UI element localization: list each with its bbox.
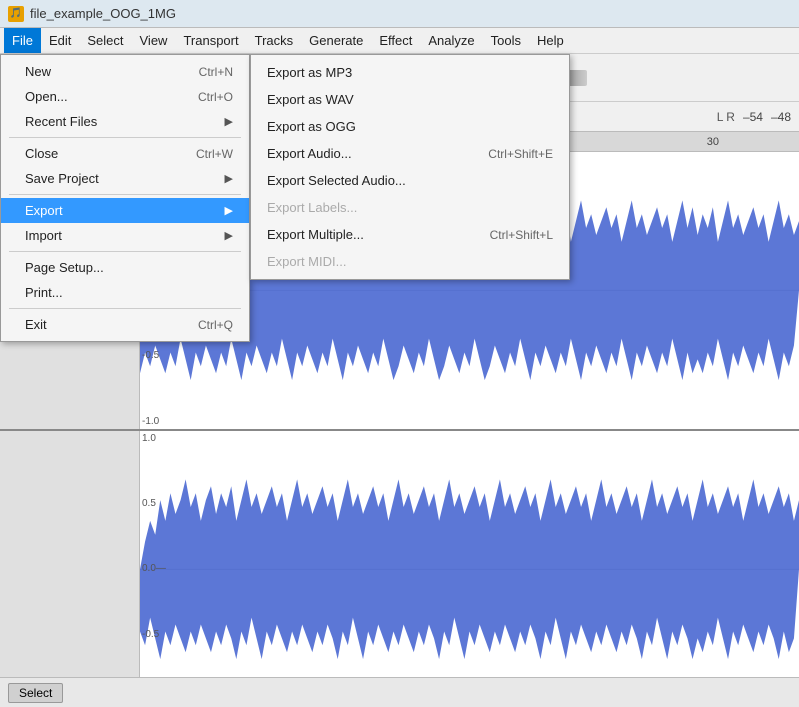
menu-tracks[interactable]: Tracks: [247, 28, 302, 53]
file-menu-close[interactable]: Close Ctrl+W: [1, 141, 249, 166]
level-minus48: –48: [771, 110, 791, 124]
menu-effect[interactable]: Effect: [371, 28, 420, 53]
export-selected-audio[interactable]: Export Selected Audio...: [251, 167, 569, 194]
menu-analyze[interactable]: Analyze: [420, 28, 482, 53]
file-menu-export[interactable]: Export ▶: [1, 198, 249, 223]
menu-transport[interactable]: Transport: [175, 28, 246, 53]
file-menu-sep-2: [9, 194, 241, 195]
file-menu-new[interactable]: New Ctrl+N: [1, 59, 249, 84]
file-menu-sep-3: [9, 251, 241, 252]
app-icon: 🎵: [8, 6, 24, 22]
export-multiple[interactable]: Export Multiple... Ctrl+Shift+L: [251, 221, 569, 248]
track-2: 1.0 0.5 0.0— -0.5 -1.0: [0, 431, 799, 707]
menu-file[interactable]: File: [4, 28, 41, 53]
window-title: file_example_OOG_1MG: [30, 6, 176, 21]
export-wav[interactable]: Export as WAV: [251, 86, 569, 113]
status-bar: Select: [0, 677, 799, 707]
export-submenu-dropdown: Export as MP3 Export as WAV Export as OG…: [250, 54, 570, 280]
track-2-info: [0, 431, 140, 707]
y-axis-bottom: 1.0 0.5 0.0— -0.5 -1.0: [142, 431, 166, 707]
file-menu-sep-4: [9, 308, 241, 309]
file-menu-page-setup[interactable]: Page Setup...: [1, 255, 249, 280]
file-menu-save-project[interactable]: Save Project ▶: [1, 166, 249, 191]
title-bar: 🎵 file_example_OOG_1MG: [0, 0, 799, 28]
status-select-button[interactable]: Select: [8, 683, 63, 703]
file-menu-exit[interactable]: Exit Ctrl+Q: [1, 312, 249, 337]
level-minus54: –54: [743, 110, 763, 124]
file-menu-sep-1: [9, 137, 241, 138]
menu-tools[interactable]: Tools: [483, 28, 529, 53]
waveform-svg-bottom: [140, 431, 799, 707]
export-ogg[interactable]: Export as OGG: [251, 113, 569, 140]
file-menu-import[interactable]: Import ▶: [1, 223, 249, 248]
export-audio[interactable]: Export Audio... Ctrl+Shift+E: [251, 140, 569, 167]
export-midi: Export MIDI...: [251, 248, 569, 275]
file-menu-recent[interactable]: Recent Files ▶: [1, 109, 249, 134]
menu-select[interactable]: Select: [79, 28, 131, 53]
file-menu-open[interactable]: Open... Ctrl+O: [1, 84, 249, 109]
export-mp3[interactable]: Export as MP3: [251, 59, 569, 86]
lr-label: L R: [717, 110, 735, 124]
menu-generate[interactable]: Generate: [301, 28, 371, 53]
file-menu-dropdown: New Ctrl+N Open... Ctrl+O Recent Files ▶…: [0, 54, 250, 342]
timeline-30: 30: [707, 136, 719, 148]
menu-help[interactable]: Help: [529, 28, 572, 53]
export-labels: Export Labels...: [251, 194, 569, 221]
menu-edit[interactable]: Edit: [41, 28, 79, 53]
track-2-waveform: 1.0 0.5 0.0— -0.5 -1.0: [140, 431, 799, 707]
menu-view[interactable]: View: [132, 28, 176, 53]
file-menu-print[interactable]: Print...: [1, 280, 249, 305]
menu-bar: File Edit Select View Transport Tracks G…: [0, 28, 799, 54]
